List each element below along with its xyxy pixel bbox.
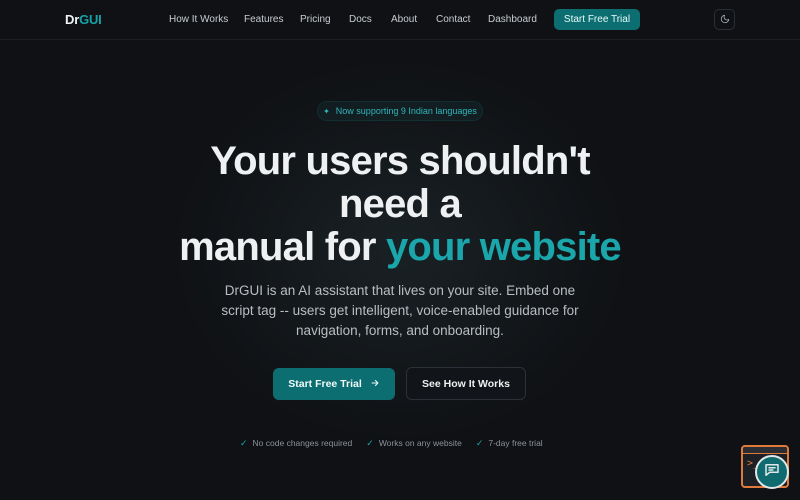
brand-logo-prefix: Dr (65, 12, 80, 27)
feature-text: No code changes required (252, 438, 353, 448)
start-free-trial-button[interactable]: Start Free Trial (273, 368, 395, 400)
check-icon: ✓ (366, 437, 374, 448)
hero-title-accent: your website (385, 225, 622, 269)
nav-link-contact[interactable]: Contact (436, 14, 470, 25)
hero-title-line3: manual for (179, 225, 386, 269)
hero-title: Your users shouldn't need a manual for y… (100, 140, 700, 269)
chat-bubble-icon (763, 461, 781, 484)
widget-titlebar (743, 447, 787, 454)
sparkle-icon: ✦ (323, 106, 330, 116)
nav-start-trial-button[interactable]: Start Free Trial (554, 9, 640, 30)
language-support-badge: ✦ Now supporting 9 Indian languages (317, 101, 483, 121)
language-support-text: Now supporting 9 Indian languages (335, 106, 477, 116)
brand-logo[interactable]: DrGUI (65, 12, 102, 27)
theme-toggle-button[interactable] (714, 9, 735, 30)
feature-item: ✓ Works on any website (366, 438, 462, 449)
feature-item: ✓ 7-day free trial (476, 438, 543, 449)
assistant-avatar-button[interactable] (755, 455, 789, 489)
hero-title-line1: Your users shouldn't (210, 139, 590, 183)
top-navbar: DrGUI How It Works Features Pricing Docs… (0, 0, 800, 40)
see-how-it-works-button[interactable]: See How It Works (406, 367, 526, 400)
feature-item: ✓ No code changes required (240, 438, 352, 449)
nav-link-docs[interactable]: Docs (349, 14, 372, 25)
feature-text: 7-day free trial (488, 438, 543, 448)
nav-link-features[interactable]: Features (244, 14, 283, 25)
brand-logo-highlight: GUI (79, 12, 102, 27)
hero-title-line2: need a (339, 182, 462, 226)
check-icon: ✓ (240, 437, 248, 448)
nav-link-pricing[interactable]: Pricing (300, 14, 331, 25)
start-free-trial-label: Start Free Trial (288, 378, 362, 390)
feature-text: Works on any website (378, 438, 462, 448)
nav-link-how-it-works[interactable]: How It Works (169, 14, 228, 25)
nav-link-dashboard[interactable]: Dashboard (488, 14, 537, 25)
check-icon: ✓ (475, 437, 484, 448)
nav-link-about[interactable]: About (391, 14, 417, 25)
feature-list: ✓ No code changes required ✓ Works on an… (240, 436, 570, 450)
hero-description: DrGUI is an AI assistant that lives on y… (221, 283, 579, 338)
moon-icon (720, 11, 730, 29)
arrow-right-icon (370, 378, 380, 391)
